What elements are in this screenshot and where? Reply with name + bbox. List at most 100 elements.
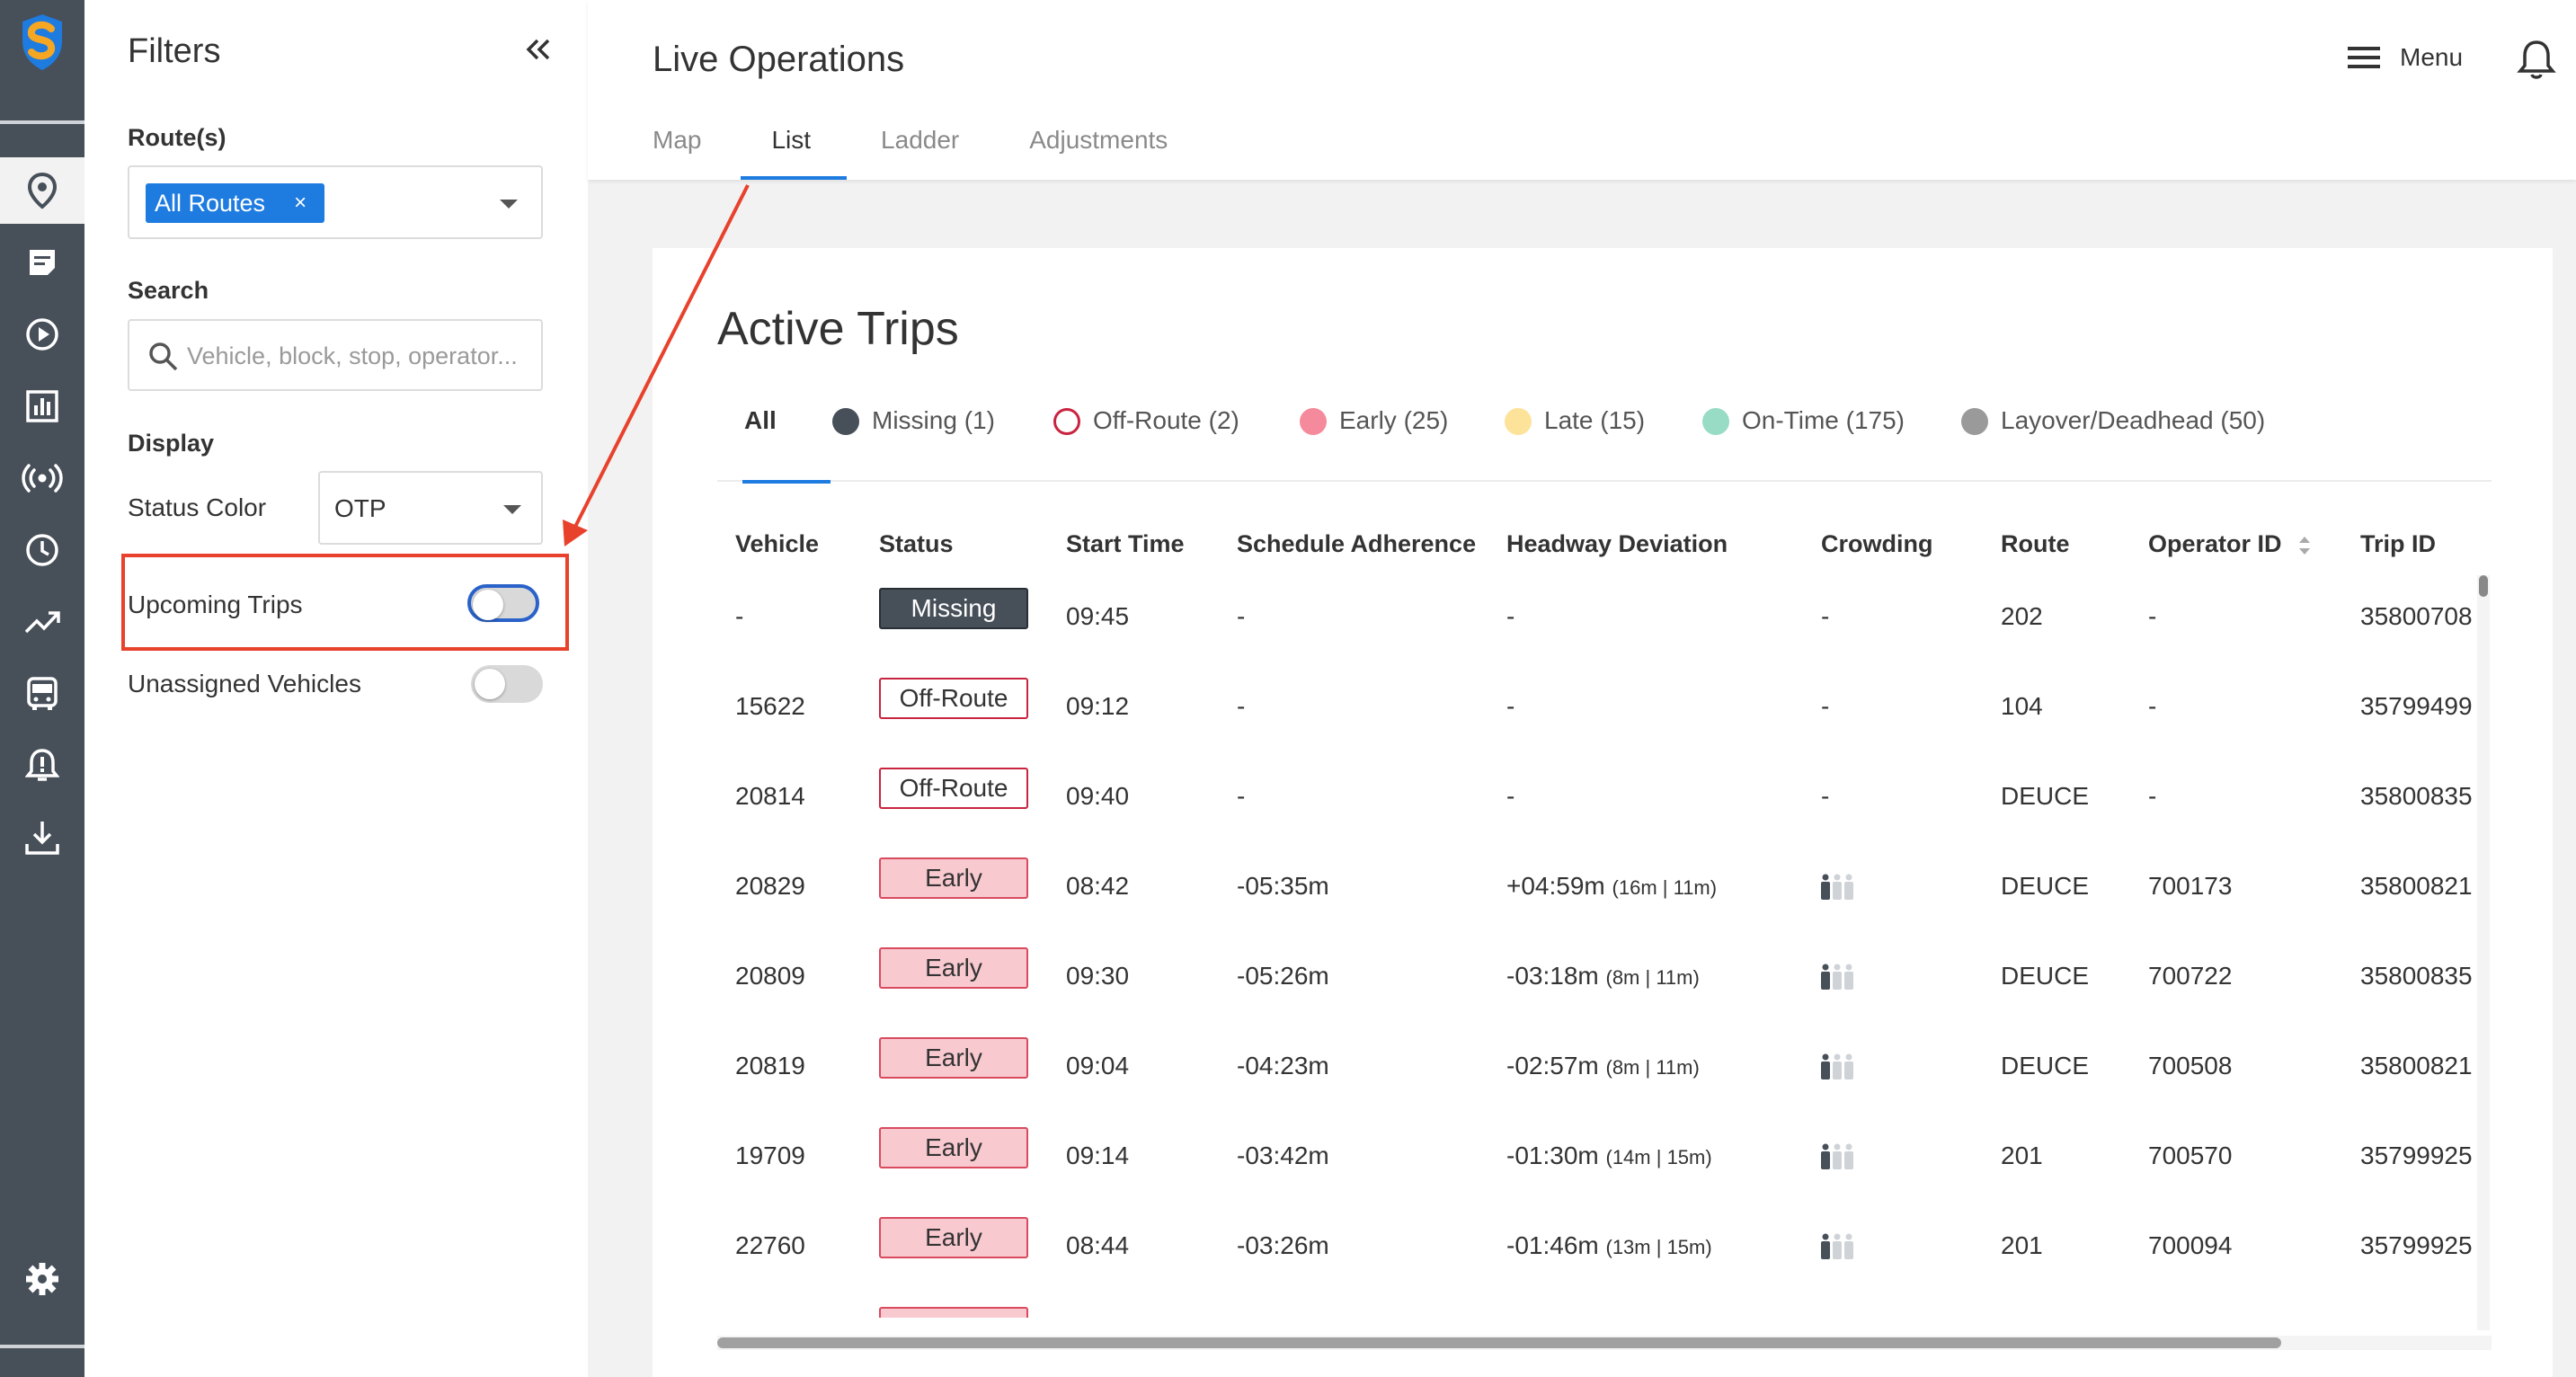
- filter-tab-late[interactable]: Late (15): [1505, 406, 1645, 482]
- vertical-scrollbar[interactable]: [2477, 575, 2490, 1330]
- vertical-scroll-thumb[interactable]: [2479, 575, 2488, 597]
- filter-tab-early[interactable]: Early (25): [1300, 406, 1448, 482]
- menu-button[interactable]: Menu: [2348, 43, 2463, 72]
- cell-adherence: -03:42m: [1237, 1142, 1329, 1169]
- table-row-partial[interactable]: [653, 1291, 2553, 1318]
- cell-vehicle: -: [735, 602, 744, 630]
- rail-item-reports[interactable]: [0, 373, 84, 440]
- rail-item-broadcast[interactable]: [0, 445, 84, 511]
- filter-tab-off-route[interactable]: Off-Route (2): [1053, 406, 1239, 482]
- column-header-vehicle[interactable]: Vehicle: [735, 530, 819, 558]
- rail-item-live-operations[interactable]: [0, 157, 84, 224]
- cell-trip-id: 35800835: [2360, 962, 2473, 990]
- bus-icon: [27, 677, 58, 710]
- cell-operator: -: [2148, 602, 2157, 630]
- status-badge: Early: [879, 1037, 1028, 1079]
- filter-tab-missing[interactable]: Missing (1): [832, 406, 995, 482]
- rail-item-notes[interactable]: [0, 229, 84, 296]
- table-row[interactable]: 20829 Early 08:42 -05:35m +04:59m (16m |…: [653, 841, 2553, 931]
- cell-crowding: -: [1821, 782, 1830, 810]
- tab-list[interactable]: List: [741, 126, 847, 180]
- column-header-schedule-adherence[interactable]: Schedule Adherence: [1237, 530, 1476, 558]
- filter-tab-on-time[interactable]: On-Time (175): [1702, 406, 1905, 482]
- cell-vehicle: 22760: [735, 1231, 805, 1259]
- top-header: Live Operations Map List Ladder Adjustme…: [588, 0, 2576, 180]
- cell-route: 201: [2001, 1231, 2043, 1259]
- filter-tab-layover[interactable]: Layover/Deadhead (50): [1961, 406, 2265, 482]
- status-filter-tabs: All Missing (1) Off-Route (2) Early (25)…: [717, 406, 2492, 484]
- tab-adjustments[interactable]: Adjustments: [1029, 126, 1168, 180]
- rail-item-playback[interactable]: [0, 301, 84, 368]
- cell-trip-id: 35800708: [2360, 602, 2473, 630]
- cell-operator: 700173: [2148, 872, 2233, 900]
- headway-detail: (13m | 15m): [1605, 1236, 1712, 1258]
- horizontal-scrollbar[interactable]: [717, 1336, 2492, 1350]
- rail-item-analytics[interactable]: [0, 589, 84, 655]
- cell-vehicle: 20829: [735, 872, 805, 900]
- headway-detail: (8m | 11m): [1605, 1056, 1700, 1079]
- table-row[interactable]: 15622 Off-Route 09:12 - - - 104 - 357994…: [653, 662, 2553, 751]
- column-header-status[interactable]: Status: [879, 530, 954, 558]
- rail-divider-bottom: [0, 1345, 84, 1348]
- collapse-filters-button[interactable]: [516, 27, 561, 72]
- filters-panel: Filters Route(s) All Routes × Search Veh…: [84, 0, 588, 1377]
- status-badge-partial: [879, 1307, 1028, 1318]
- rail-item-alerts[interactable]: [0, 733, 84, 799]
- table-row[interactable]: 19709 Early 09:14 -03:42m -01:30m (14m |…: [653, 1111, 2553, 1201]
- table-row[interactable]: - Missing 09:45 - - - 202 - 35800708: [653, 572, 2553, 662]
- cell-crowding: -: [1821, 692, 1830, 720]
- rail-item-history[interactable]: [0, 517, 84, 583]
- card-title: Active Trips: [717, 303, 959, 355]
- page-title: Live Operations: [653, 40, 905, 79]
- table-row[interactable]: 20819 Early 09:04 -04:23m -02:57m (8m | …: [653, 1021, 2553, 1111]
- notes-icon: [30, 250, 55, 275]
- routes-select[interactable]: All Routes ×: [128, 165, 543, 239]
- cell-adherence: -: [1237, 692, 1246, 720]
- cell-vehicle: 20809: [735, 962, 805, 990]
- search-input[interactable]: Vehicle, block, stop, operator...: [128, 319, 543, 391]
- broadcast-icon: [22, 464, 63, 493]
- app-logo[interactable]: [11, 11, 74, 110]
- notifications-button[interactable]: [2517, 38, 2556, 85]
- status-badge: Off-Route: [879, 678, 1028, 719]
- table-row[interactable]: 22760 Early 08:44 -03:26m -01:46m (13m |…: [653, 1201, 2553, 1291]
- table-row[interactable]: 20809 Early 09:30 -05:26m -03:18m (8m | …: [653, 931, 2553, 1021]
- table-header: Vehicle Status Start Time Schedule Adher…: [653, 518, 2553, 572]
- cell-crowding: -: [1821, 602, 1830, 630]
- rail-item-vehicles[interactable]: [0, 661, 84, 727]
- chevron-down-icon[interactable]: [503, 505, 521, 514]
- active-trips-card: Active Trips All Missing (1) Off-Route (…: [653, 248, 2553, 1377]
- remove-chip-icon[interactable]: ×: [294, 191, 306, 216]
- cell-adherence: -: [1237, 602, 1246, 630]
- cell-start-time: 09:12: [1066, 692, 1130, 720]
- filter-tab-label: Late (15): [1544, 406, 1646, 434]
- cell-operator: 700508: [2148, 1052, 2233, 1079]
- column-header-trip-id[interactable]: Trip ID: [2360, 530, 2436, 558]
- rail-item-export[interactable]: [0, 804, 84, 871]
- cell-operator: 700570: [2148, 1142, 2233, 1169]
- status-color-select[interactable]: OTP: [318, 471, 543, 545]
- table-row[interactable]: 20814 Off-Route 09:40 - - - DEUCE - 3580…: [653, 751, 2553, 841]
- chevron-down-icon[interactable]: [500, 200, 518, 209]
- column-header-route[interactable]: Route: [2001, 530, 2070, 558]
- tab-map[interactable]: Map: [653, 126, 701, 180]
- column-header-operator-id[interactable]: Operator ID: [2148, 530, 2312, 558]
- column-header-operator-label: Operator ID: [2148, 530, 2282, 557]
- filter-tab-label: Layover/Deadhead (50): [2001, 406, 2266, 434]
- horizontal-scroll-thumb[interactable]: [717, 1337, 2281, 1348]
- cell-operator: -: [2148, 692, 2157, 720]
- rail-item-settings[interactable]: [0, 1246, 84, 1312]
- filter-tab-all[interactable]: All: [742, 406, 831, 484]
- gear-icon: [26, 1263, 58, 1295]
- cell-trip-id: 35799925: [2360, 1142, 2473, 1169]
- tab-ladder[interactable]: Ladder: [881, 126, 959, 180]
- status-badge: Early: [879, 947, 1028, 989]
- crowding-icon: [1819, 964, 1855, 991]
- cell-trip-id: 35800835: [2360, 782, 2473, 810]
- unassigned-vehicles-toggle[interactable]: [471, 665, 543, 703]
- column-header-crowding[interactable]: Crowding: [1821, 530, 1932, 558]
- late-dot-icon: [1505, 408, 1532, 435]
- column-header-headway-deviation[interactable]: Headway Deviation: [1506, 530, 1728, 558]
- cell-start-time: 09:04: [1066, 1052, 1130, 1079]
- column-header-start-time[interactable]: Start Time: [1066, 530, 1185, 558]
